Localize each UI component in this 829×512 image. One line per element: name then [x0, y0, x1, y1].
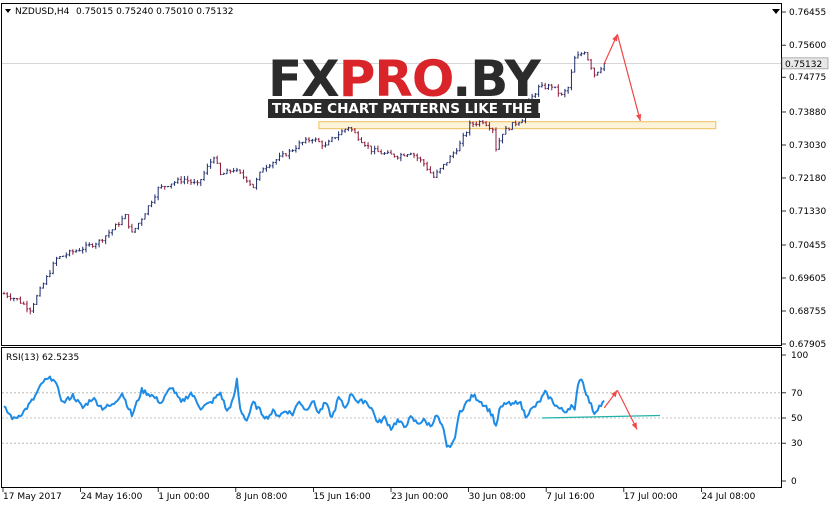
- price-tick-label: 0.75600: [789, 41, 826, 51]
- rsi-tick-label: 100: [791, 351, 808, 361]
- time-tick-label: 8 Jun 08:00: [236, 492, 288, 502]
- current-price-tag: 0.75132: [781, 57, 829, 70]
- fxpro-logo: FXPRO.BY TRADE CHART PATTERNS LIKE THE P…: [268, 50, 579, 118]
- price-tick-label: 0.68755: [789, 307, 826, 317]
- rsi-label: RSI(13) 62.5235: [6, 353, 79, 363]
- price-tick-label: 0.71330: [789, 207, 826, 217]
- time-tick-label: 1 Jun 00:00: [158, 492, 210, 502]
- resistance-zone-layer: [318, 121, 717, 130]
- price-tick-label: 0.76455: [789, 8, 826, 18]
- rsi-panel-frame: [1, 347, 782, 488]
- price-tick-label: 0.67905: [789, 340, 826, 350]
- price-tick-label: 0.74775: [789, 73, 826, 83]
- price-tick-label: 0.73030: [789, 141, 826, 151]
- time-tick-label: 15 Jun 16:00: [313, 492, 370, 502]
- current-price-label: 0.75132: [785, 60, 822, 70]
- price-tick-label: 0.69605: [789, 274, 826, 284]
- rsi-tick-label: 0: [791, 477, 797, 487]
- time-tick-label: 24 Jul 08:00: [701, 492, 755, 502]
- chart-window: 0.76455 0.75600 0.74775 0.73880 0.73030 0.721…: [0, 0, 829, 508]
- rsi-tick-label: 30: [791, 439, 803, 449]
- price-tick-label: 0.72180: [789, 174, 826, 184]
- logo-tagline: TRADE CHART PATTERNS LIKE THE PROS: [272, 101, 579, 117]
- time-tick-label: 24 May 16:00: [81, 492, 143, 502]
- resistance-zone: [318, 121, 717, 130]
- time-tick-label: 30 Jun 08:00: [469, 492, 526, 502]
- symbol-label: NZDUSD,H4: [15, 7, 70, 17]
- rsi-tick-label: 70: [791, 389, 803, 399]
- rsi-tick-label: 50: [791, 414, 803, 424]
- price-tick-label: 0.70455: [789, 241, 826, 251]
- price-chart-svg[interactable]: 0.76455 0.75600 0.74775 0.73880 0.73030 0.721…: [0, 0, 829, 508]
- time-tick-label: 17 Jul 00:00: [624, 492, 678, 502]
- chart-header: NZDUSD,H4 0.75015 0.75240 0.75010 0.7513…: [5, 7, 233, 17]
- time-tick-label: 7 Jul 16:00: [546, 492, 595, 502]
- time-tick-label: 23 Jun 00:00: [391, 492, 448, 502]
- ohlc-values: 0.75015 0.75240 0.75010 0.75132: [76, 7, 233, 17]
- time-tick-label: 17 May 2017: [3, 492, 62, 502]
- price-tick-label: 0.73880: [789, 108, 826, 118]
